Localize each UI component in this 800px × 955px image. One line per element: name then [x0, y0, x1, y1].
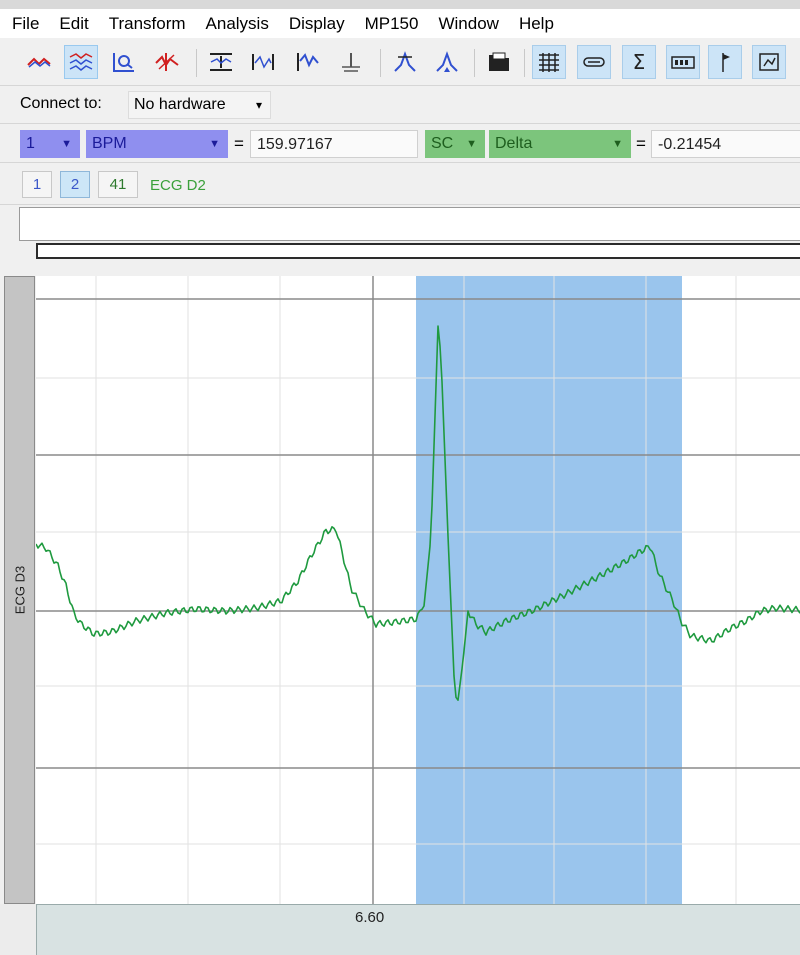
journal-icon — [759, 53, 779, 71]
arrow-tool-icon — [27, 57, 51, 68]
overlap-segments-icon — [297, 53, 319, 71]
autoscale-waveforms-button[interactable] — [246, 45, 280, 79]
data-view-icon — [671, 56, 695, 69]
pencil-tool-button[interactable] — [150, 45, 184, 79]
sigma-stats-icon: Σ — [633, 51, 646, 73]
measurement-row: 1 ▼ BPM ▼ = 159.97167 SC ▼ Delta ▼ = -0.… — [0, 124, 800, 163]
menu-transform[interactable]: Transform — [99, 9, 196, 38]
toolbar-separator — [474, 49, 475, 77]
hardware-select-value: No hardware — [134, 96, 226, 113]
channel-button-41[interactable]: 41 — [98, 171, 138, 198]
find-peak-button[interactable] — [388, 45, 422, 79]
measurement-2-value: -0.21454 — [651, 130, 800, 158]
selection-region[interactable] — [416, 276, 682, 904]
find-cycle-button[interactable] — [430, 45, 464, 79]
window-top-strip — [0, 0, 800, 9]
autoscale-horizontal-icon — [210, 53, 232, 71]
menu-file[interactable]: File — [0, 9, 49, 38]
dropdown-arrow-icon: ▾ — [255, 98, 262, 112]
arrow-tool-button[interactable] — [22, 45, 56, 79]
overlap-segments-button[interactable] — [290, 45, 324, 79]
show-markers-button[interactable] — [577, 45, 611, 79]
menu-display[interactable]: Display — [279, 9, 355, 38]
toolbar-separator — [196, 49, 197, 77]
dropdown-arrow-icon: ▼ — [612, 138, 623, 150]
zoom-tool-button[interactable] — [106, 45, 140, 79]
measurement-2-channel: SC — [431, 135, 454, 152]
measurement-1-value: 159.97167 — [250, 130, 418, 158]
time-axis-spacer — [0, 904, 36, 955]
measurement-1-channel-select[interactable]: 1 ▼ — [20, 130, 80, 158]
selection-tool-button[interactable] — [64, 45, 98, 79]
channel-button-2[interactable]: 2 — [60, 171, 90, 198]
menu-mp150[interactable]: MP150 — [355, 9, 429, 38]
channel-label-bar[interactable]: ECG D3 — [4, 276, 35, 904]
split-segments-button[interactable] — [334, 45, 368, 79]
time-axis[interactable]: 6.60 — [36, 904, 800, 955]
menu-help[interactable]: Help — [509, 9, 564, 38]
find-cycle-icon — [436, 51, 458, 72]
autoscale-horizontal-button[interactable] — [204, 45, 238, 79]
hardware-select[interactable]: No hardware ▾ — [128, 91, 271, 119]
show-grid-icon — [539, 53, 559, 72]
event-flag-button[interactable] — [708, 45, 742, 79]
split-segments-icon — [342, 53, 360, 72]
sigma-stats-button[interactable]: Σ — [622, 45, 656, 79]
menu-analysis[interactable]: Analysis — [196, 9, 279, 38]
measurement-2-type-select[interactable]: Delta ▼ — [489, 130, 631, 158]
toolbar-separator — [524, 49, 525, 77]
journal-button[interactable] — [752, 45, 786, 79]
event-flag-icon — [722, 53, 730, 72]
data-view-button[interactable] — [666, 45, 700, 79]
dropdown-arrow-icon: ▼ — [466, 138, 477, 150]
measurement-2-type: Delta — [495, 135, 533, 152]
channel-row: 1 2 41 ECG D2 — [0, 163, 800, 205]
pencil-tool-icon — [155, 53, 179, 71]
measurement-1-type: BPM — [92, 135, 127, 152]
autoscale-waveforms-icon — [252, 54, 274, 70]
equals-sign: = — [636, 134, 646, 153]
show-grid-button[interactable] — [532, 45, 566, 79]
menu-edit[interactable]: Edit — [49, 9, 98, 38]
graph-channel-label: ECG D3 — [12, 565, 27, 615]
graph-header-gap — [0, 261, 800, 276]
main-toolbar: Σ — [0, 39, 800, 86]
connect-label: Connect to: — [20, 95, 102, 112]
channel-label: ECG D2 — [150, 177, 206, 194]
time-tick-label: 6.60 — [355, 909, 385, 926]
toolbar-separator — [380, 49, 381, 77]
channel-button-1[interactable]: 1 — [22, 171, 52, 198]
menu-bar: File Edit Transform Analysis Display MP1… — [0, 9, 800, 38]
waveform-plot[interactable] — [36, 276, 800, 904]
find-peak-icon — [394, 51, 416, 72]
show-markers-icon — [583, 57, 605, 67]
svg-text:Σ: Σ — [633, 51, 646, 73]
measurement-1-type-select[interactable]: BPM ▼ — [86, 130, 228, 158]
overview-scrollbar[interactable] — [36, 243, 800, 259]
measurement-2-channel-select[interactable]: SC ▼ — [425, 130, 485, 158]
open-folder-icon — [489, 52, 509, 71]
connect-row: Connect to: No hardware ▾ — [0, 86, 800, 124]
dropdown-arrow-icon: ▼ — [61, 138, 72, 150]
waveform-svg — [36, 276, 800, 904]
measurement-1-channel: 1 — [26, 135, 35, 152]
equals-sign: = — [234, 134, 244, 153]
zoom-tool-icon — [113, 53, 134, 72]
journal-text-field[interactable] — [19, 207, 800, 241]
open-folder-button[interactable] — [482, 45, 516, 79]
dropdown-arrow-icon: ▼ — [209, 138, 220, 150]
menu-window[interactable]: Window — [428, 9, 508, 38]
selection-tool-icon — [69, 53, 93, 71]
